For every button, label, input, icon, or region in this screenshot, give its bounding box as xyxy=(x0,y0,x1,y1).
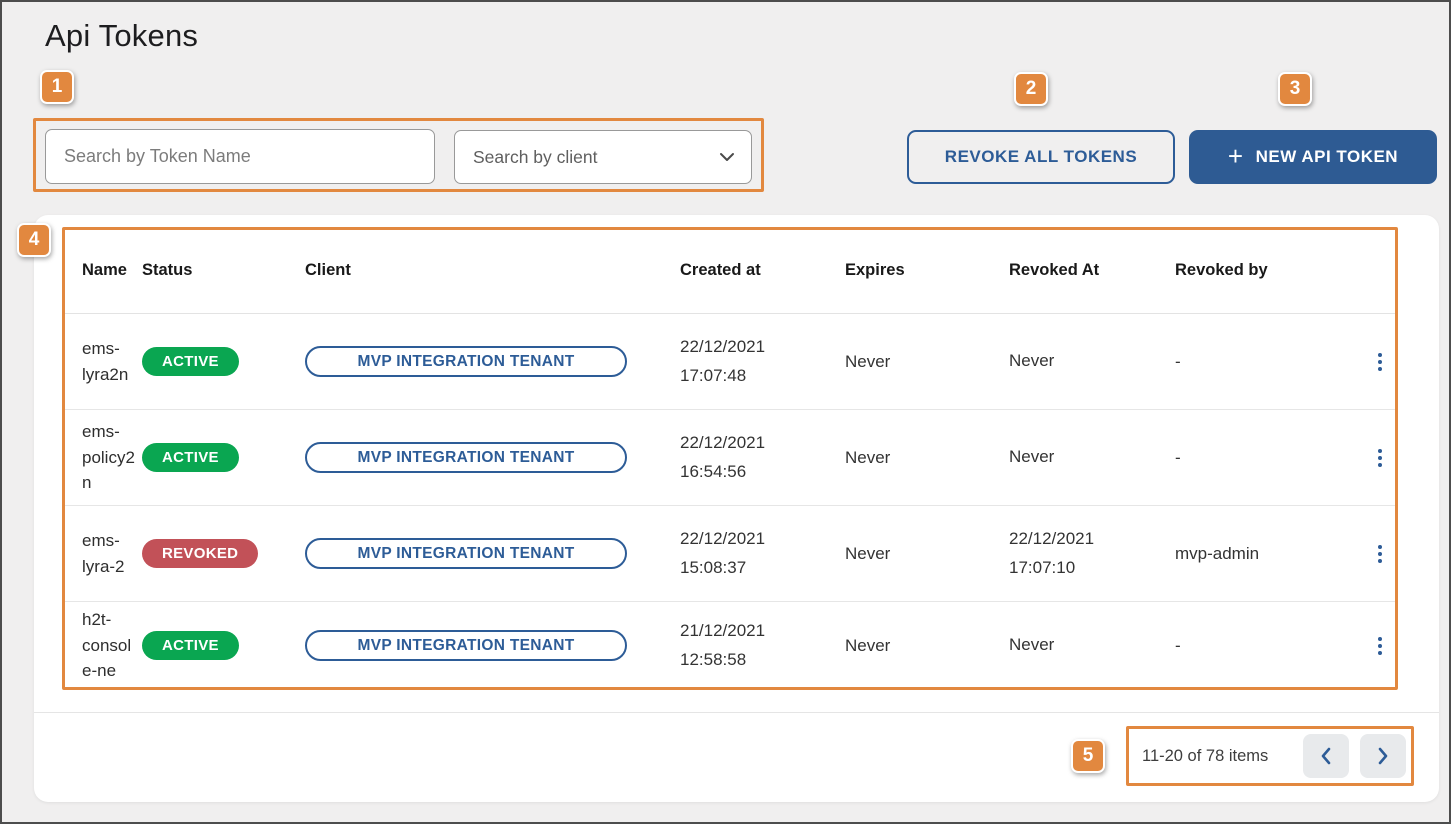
revoke-all-tokens-label: REVOKE ALL TOKENS xyxy=(945,147,1137,167)
revoked-at-cell: Never xyxy=(1009,347,1175,375)
callout-badge-table: 4 xyxy=(17,223,51,257)
status-badge: REVOKED xyxy=(142,539,258,568)
kebab-vertical-icon[interactable] xyxy=(1363,345,1397,379)
created-at-cell: 22/12/2021 17:07:48 xyxy=(680,333,845,389)
api-tokens-table-card: NameStatusClientCreated atExpiresRevoked… xyxy=(34,215,1439,802)
new-api-token-button[interactable]: + NEW API TOKEN xyxy=(1189,130,1437,184)
chevron-left-icon xyxy=(1320,747,1332,765)
token-name-search-input[interactable] xyxy=(45,129,435,184)
column-header-name: Name xyxy=(82,261,142,280)
kebab-vertical-icon[interactable] xyxy=(1363,441,1397,475)
new-api-token-label: NEW API TOKEN xyxy=(1256,147,1399,167)
table-row: ems-lyra2nACTIVE MVP INTEGRATION TENANT 22… xyxy=(62,314,1398,410)
token-client-cell: MVP INTEGRATION TENANT xyxy=(305,538,680,569)
expires-cell: Never xyxy=(845,636,1009,656)
chevron-down-icon xyxy=(719,152,735,162)
table-header-row: NameStatusClientCreated atExpiresRevoked… xyxy=(62,227,1398,314)
expires-cell: Never xyxy=(845,544,1009,564)
pagination-divider xyxy=(34,712,1439,713)
client-chip[interactable]: MVP INTEGRATION TENANT xyxy=(305,442,627,473)
token-status-cell: ACTIVE xyxy=(142,631,305,660)
callout-badge-filters: 1 xyxy=(40,70,74,104)
row-menu-cell xyxy=(1349,537,1398,571)
token-status-cell: ACTIVE xyxy=(142,443,305,472)
token-name-cell: ems-lyra-2 xyxy=(82,528,140,579)
token-name-cell: h2t-console-ne xyxy=(82,607,140,684)
column-header-expires: Expires xyxy=(845,261,1009,280)
chevron-right-icon xyxy=(1377,747,1389,765)
pagination-bar: 11-20 of 78 items xyxy=(1130,731,1410,781)
row-menu-cell xyxy=(1349,345,1398,379)
revoked-by-cell: mvp-admin xyxy=(1175,544,1349,564)
pagination-range-label: 11-20 of 78 items xyxy=(1142,747,1268,766)
token-status-cell: REVOKED xyxy=(142,539,305,568)
expires-cell: Never xyxy=(845,448,1009,468)
client-search-dropdown[interactable]: Search by client xyxy=(454,130,752,184)
token-status-cell: ACTIVE xyxy=(142,347,305,376)
pagination-prev-button[interactable] xyxy=(1303,734,1349,778)
callout-badge-new-token: 3 xyxy=(1278,72,1312,106)
revoke-all-tokens-button[interactable]: REVOKE ALL TOKENS xyxy=(907,130,1175,184)
status-badge: ACTIVE xyxy=(142,347,239,376)
client-search-dropdown-label: Search by client xyxy=(473,147,598,168)
callout-badge-revoke-all: 2 xyxy=(1014,72,1048,106)
kebab-vertical-icon[interactable] xyxy=(1363,537,1397,571)
client-chip[interactable]: MVP INTEGRATION TENANT xyxy=(305,538,627,569)
token-client-cell: MVP INTEGRATION TENANT xyxy=(305,346,680,377)
table-row: ems-lyra-2REVOKED MVP INTEGRATION TENANT 2… xyxy=(62,506,1398,602)
revoked-at-cell: Never xyxy=(1009,631,1175,659)
revoked-at-cell: 22/12/2021 17:07:10 xyxy=(1009,525,1175,581)
row-menu-cell xyxy=(1349,441,1398,475)
client-chip[interactable]: MVP INTEGRATION TENANT xyxy=(305,346,627,377)
created-at-cell: 22/12/2021 16:54:56 xyxy=(680,429,845,485)
revoked-at-cell: Never xyxy=(1009,443,1175,471)
callout-badge-pagination: 5 xyxy=(1071,739,1105,773)
api-tokens-table: NameStatusClientCreated atExpiresRevoked… xyxy=(62,227,1398,689)
revoked-by-cell: - xyxy=(1175,448,1349,468)
token-client-cell: MVP INTEGRATION TENANT xyxy=(305,630,680,661)
table-row: ems-policy2nACTIVE MVP INTEGRATION TENANT… xyxy=(62,410,1398,506)
column-header-status: Status xyxy=(142,261,305,280)
column-header-created-at: Created at xyxy=(680,261,845,280)
plus-icon: + xyxy=(1228,143,1244,169)
page-title: Api Tokens xyxy=(45,18,198,54)
client-chip[interactable]: MVP INTEGRATION TENANT xyxy=(305,630,627,661)
token-client-cell: MVP INTEGRATION TENANT xyxy=(305,442,680,473)
expires-cell: Never xyxy=(845,352,1009,372)
pagination-next-button[interactable] xyxy=(1360,734,1406,778)
created-at-cell: 21/12/2021 12:58:58 xyxy=(680,617,845,673)
created-at-cell: 22/12/2021 15:08:37 xyxy=(680,525,845,581)
column-header-revoked-at: Revoked At xyxy=(1009,261,1175,280)
token-name-cell: ems-policy2n xyxy=(82,419,140,496)
table-row: h2t-console-neACTIVE MVP INTEGRATION TENA… xyxy=(62,602,1398,689)
column-header-client: Client xyxy=(305,261,680,280)
column-header-revoked-by: Revoked by xyxy=(1175,261,1349,280)
revoked-by-cell: - xyxy=(1175,636,1349,656)
kebab-vertical-icon[interactable] xyxy=(1363,629,1397,663)
revoked-by-cell: - xyxy=(1175,352,1349,372)
token-name-cell: ems-lyra2n xyxy=(82,336,140,387)
status-badge: ACTIVE xyxy=(142,631,239,660)
api-tokens-page: Api Tokens 1 2 3 4 5 Search by client RE… xyxy=(0,0,1451,824)
status-badge: ACTIVE xyxy=(142,443,239,472)
row-menu-cell xyxy=(1349,629,1398,663)
